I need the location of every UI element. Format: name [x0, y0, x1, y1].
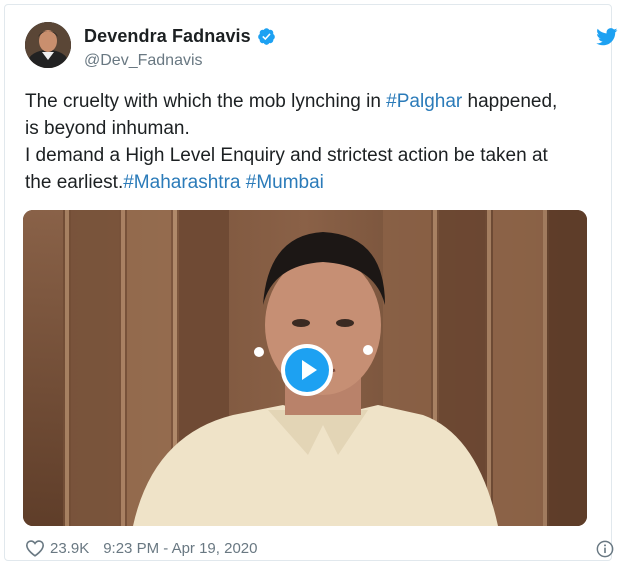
author-handle[interactable]: @Dev_Fadnavis [84, 52, 203, 70]
hashtag-palghar[interactable]: #Palghar [386, 91, 462, 112]
tweet-line-3: I demand a High Level Enquiry and strict… [25, 145, 548, 166]
author-row: Devendra Fadnavis [84, 26, 276, 47]
tweet-timestamp[interactable]: 9:23 PM - Apr 19, 2020 [103, 540, 257, 557]
hashtag-mumbai[interactable]: #Mumbai [246, 172, 324, 193]
like-count[interactable]: 23.9K [50, 540, 89, 557]
twitter-bird-icon[interactable] [596, 28, 618, 46]
play-icon [285, 348, 329, 392]
tweet-line-1: The cruelty with which the mob lynching … [25, 88, 590, 115]
tweet-line-4: the earliest.#Maharashtra #Mumbai [25, 169, 590, 196]
author-display-name[interactable]: Devendra Fadnavis [84, 26, 251, 47]
play-button[interactable] [281, 344, 333, 396]
tweet-text-fragment: The cruelty with which the mob lynching … [25, 91, 387, 112]
tweet-line-2: is beyond inhuman. [25, 118, 190, 139]
tweet-text: The cruelty with which the mob lynching … [25, 88, 590, 196]
tweet-footer: 23.9K 9:23 PM - Apr 19, 2020 [25, 539, 257, 557]
tweet-text-fragment: the earliest. [25, 172, 124, 193]
info-icon[interactable] [596, 540, 614, 558]
hashtag-maharashtra[interactable]: #Maharashtra [123, 172, 240, 193]
heart-icon[interactable] [25, 539, 45, 557]
tweet-text-fragment: happened, [462, 91, 558, 112]
avatar[interactable] [25, 22, 71, 68]
verified-badge-icon [257, 27, 276, 46]
